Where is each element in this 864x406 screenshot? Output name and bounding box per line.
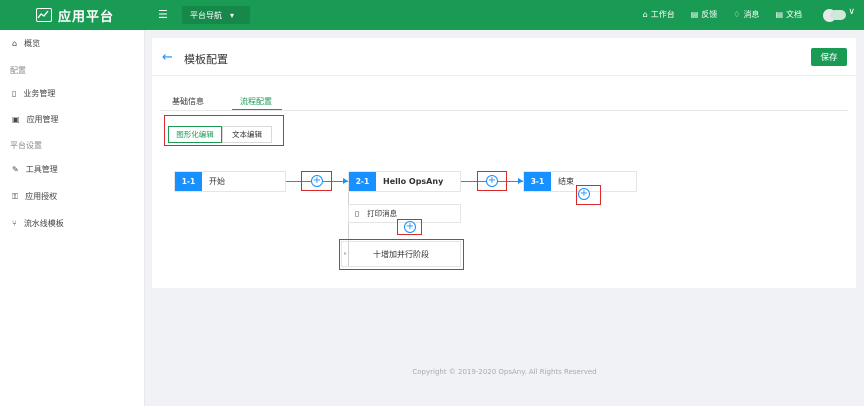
menu-icon[interactable]: ☰	[158, 8, 168, 22]
bell-icon: ♢	[733, 10, 741, 19]
app-title: 应用平台	[58, 9, 115, 25]
doc-icon: ▤	[775, 10, 783, 19]
sidebar-item-label: 工具管理	[25, 165, 58, 174]
top-link-messages[interactable]: ♢ 消息	[733, 9, 759, 20]
chevron-down-icon: ▾	[230, 10, 235, 20]
stage-id: 1-1	[175, 172, 202, 191]
sidebar-item-label: 业务管理	[23, 89, 56, 98]
sidebar-item-pipeline[interactable]: ⑂ 流水线模板	[12, 218, 64, 229]
top-link-workbench[interactable]: ⌂ 工作台	[643, 9, 675, 20]
page-title: 模板配置	[184, 53, 228, 66]
app-logo[interactable]: 应用平台	[36, 5, 114, 25]
sidebar-item-label: 概览	[24, 39, 41, 48]
tab-basic-info[interactable]: 基础信息	[172, 96, 204, 107]
home-icon: ⌂	[12, 39, 18, 48]
feedback-icon: ▤	[690, 10, 699, 19]
sidebar-item-tools[interactable]: ✎ 工具管理	[12, 164, 58, 175]
stage-label: Hello OpsAny	[383, 177, 444, 186]
sidebar-item-label: 应用授权	[25, 192, 58, 201]
stage-id: 2-1	[349, 172, 376, 191]
app-icon: ▣	[12, 115, 20, 124]
username-redacted[interactable]	[830, 10, 846, 20]
text-edit-button[interactable]: 文本编辑	[222, 126, 272, 143]
graphic-edit-button[interactable]: 图形化编辑	[168, 126, 222, 143]
template-config-card: ← 模板配置 保存 基础信息 流程配置 图形化编辑 文本编辑 1-1 开始 + …	[152, 38, 856, 288]
sidebar-item-overview[interactable]: ⌂ 概览	[12, 38, 40, 49]
task-label: 打印消息	[367, 209, 398, 218]
file-icon: ▯	[12, 89, 17, 98]
back-arrow-icon[interactable]: ←	[162, 50, 173, 65]
highlight-box-plus	[576, 185, 601, 205]
tab-flow-config[interactable]: 流程配置	[240, 96, 272, 107]
add-parallel-stage-button[interactable]: 十增加并行阶段	[341, 241, 461, 267]
stage-node-hello[interactable]: 2-1 Hello OpsAny	[348, 171, 461, 192]
stage-id: 3-1	[524, 172, 551, 191]
top-link-docs[interactable]: ▤ 文档	[775, 9, 802, 20]
divider	[152, 75, 856, 76]
tool-icon: ✎	[12, 165, 19, 174]
home-icon: ⌂	[642, 10, 648, 19]
highlight-box-plus	[477, 171, 507, 191]
highlight-box-plus	[301, 171, 332, 191]
sidebar-item-business[interactable]: ▯ 业务管理	[12, 88, 55, 99]
sidebar-group-config: 配置	[10, 66, 26, 75]
footer-copyright: Copyright © 2019-2020 OpsAny. All Rights…	[412, 368, 597, 376]
lock-icon: ⚿	[12, 191, 19, 201]
highlight-box-plus	[397, 219, 422, 235]
sidebar: ⌂ 概览 配置 ▯ 业务管理 ▣ 应用管理 平台设置 ✎ 工具管理 ⚿ 应用授权…	[0, 30, 145, 406]
platform-nav-select[interactable]: 平台导航 ▾	[182, 6, 250, 24]
chevron-down-icon[interactable]: ∨	[848, 7, 855, 17]
sidebar-item-label: 流水线模板	[23, 219, 64, 228]
stage-label: 开始	[209, 177, 225, 186]
sidebar-item-auth[interactable]: ⚿ 应用授权	[12, 191, 57, 202]
stage-node-start[interactable]: 1-1 开始	[174, 171, 286, 192]
save-button[interactable]: 保存	[811, 48, 847, 66]
top-bar: 应用平台 ☰ 平台导航 ▾ ⌂ 工作台 ▤ 反馈 ♢ 消息 ▤ 文档 ∨	[0, 0, 864, 30]
stage-label: 结束	[558, 177, 574, 186]
top-link-feedback[interactable]: ▤ 反馈	[691, 9, 718, 20]
sidebar-item-label: 应用管理	[26, 115, 59, 124]
pipeline-icon: ⑂	[12, 219, 17, 228]
chart-icon	[36, 8, 52, 22]
sidebar-group-platform: 平台设置	[10, 141, 42, 150]
file-icon: ▯	[355, 209, 360, 218]
tabs-divider	[160, 110, 848, 111]
top-links: ⌂ 工作台 ▤ 反馈 ♢ 消息 ▤ 文档	[643, 9, 802, 20]
nav-select-label: 平台导航	[190, 10, 222, 20]
sidebar-item-apps[interactable]: ▣ 应用管理	[12, 114, 59, 125]
